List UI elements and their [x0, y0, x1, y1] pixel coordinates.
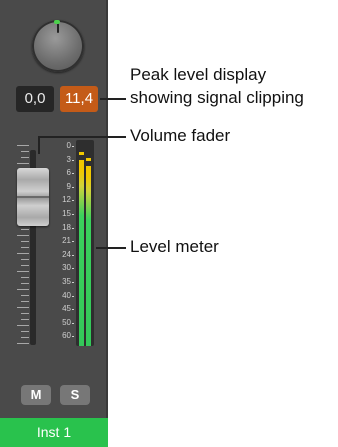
- meter-scale: 0 3 6 9 12 15 18 21 24 30 35 40 45 50 60: [52, 142, 74, 352]
- fader-scale-tick: [21, 283, 29, 284]
- fader-scale-tick: [17, 145, 29, 146]
- meter-scale-tick: [72, 159, 74, 161]
- pan-knob-indicator: [57, 23, 59, 33]
- fader-callout-link: [38, 136, 96, 138]
- fader-scale-tick: [21, 265, 29, 266]
- meter-scale-tick: [72, 173, 74, 175]
- meter-scale-tick: [72, 309, 74, 311]
- meter-scale-label: 60: [62, 331, 71, 341]
- meter-scale-tick: [72, 282, 74, 283]
- fader-scale-tick: [21, 151, 29, 152]
- fader-scale-tick: [21, 337, 29, 338]
- meter-scale-label: 21: [62, 236, 71, 246]
- fader-handle-line: [17, 196, 49, 198]
- fader-callout-label: Volume fader: [130, 126, 231, 145]
- meter-scale-tick: [72, 336, 74, 338]
- meter-scale-label: 0: [66, 141, 71, 150]
- fader-scale-tick: [17, 253, 29, 254]
- channel-strip-border: [106, 0, 108, 447]
- meter-scale-tick: [72, 254, 74, 256]
- track-name-bar[interactable]: Inst 1: [0, 418, 108, 447]
- peak-callout-line-2: showing signal clipping: [130, 88, 304, 107]
- meter-clip-left: [79, 152, 84, 155]
- meter-callout-line: [96, 247, 126, 249]
- meter-scale-label: 45: [62, 304, 71, 314]
- volume-fader-handle[interactable]: [17, 168, 49, 226]
- meter-scale-label: 6: [66, 168, 71, 178]
- fader-scale-tick: [21, 277, 29, 278]
- meter-scale-tick: [72, 268, 74, 270]
- fader-scale-tick: [21, 331, 29, 332]
- meter-scale-tick: [72, 200, 74, 202]
- solo-button[interactable]: S: [60, 385, 90, 405]
- peak-callout-line-1: Peak level display: [130, 65, 267, 84]
- meter-scale-label: 50: [62, 317, 71, 327]
- pan-knob-led: [54, 20, 60, 24]
- meter-scale-tick: [72, 214, 74, 215]
- meter-scale-label: 30: [62, 263, 71, 273]
- fader-scale-tick: [21, 229, 29, 230]
- meter-scale-label: 9: [66, 181, 71, 191]
- fader-scale-tick: [17, 271, 29, 272]
- fader-callout-line: [96, 136, 126, 138]
- meter-scale-tick: [72, 227, 74, 229]
- meter-scale-label: 40: [62, 290, 71, 300]
- fader-scale-tick: [17, 163, 29, 164]
- fader-scale-tick: [17, 325, 29, 326]
- fader-scale-tick: [21, 301, 29, 302]
- meter-scale-label: 3: [66, 154, 71, 164]
- meter-clip-right: [86, 158, 91, 161]
- fader-scale-tick: [21, 319, 29, 320]
- level-meter: [76, 140, 94, 346]
- fader-scale-tick: [21, 157, 29, 158]
- mute-button[interactable]: M: [21, 385, 51, 405]
- fader-scale-tick: [17, 289, 29, 290]
- fader-scale-tick: [17, 343, 29, 344]
- fader-scale-tick: [21, 247, 29, 248]
- meter-scale-tick: [72, 295, 74, 297]
- fader-scale-tick: [17, 307, 29, 308]
- volume-value-display[interactable]: 0,0: [16, 86, 54, 112]
- meter-scale-label: 15: [62, 209, 71, 218]
- meter-scale-tick: [72, 146, 74, 147]
- meter-callout-label: Level meter: [130, 237, 219, 256]
- meter-bar-right: [86, 166, 91, 346]
- meter-bar-left: [79, 160, 84, 346]
- fader-scale-tick: [21, 259, 29, 260]
- meter-scale-tick: [72, 186, 74, 188]
- meter-scale-label: 35: [62, 277, 71, 286]
- fader-scale-tick: [21, 295, 29, 296]
- fader-scale-tick: [21, 241, 29, 242]
- fader-scale-tick: [21, 313, 29, 314]
- peak-level-display[interactable]: 11,4: [60, 86, 98, 112]
- meter-scale-tick: [72, 241, 74, 243]
- fader-scale-tick: [17, 235, 29, 236]
- fader-callout-riser: [38, 136, 40, 154]
- meter-scale-label: 24: [62, 249, 71, 259]
- meter-scale-tick: [72, 322, 74, 324]
- meter-scale-label: 18: [62, 222, 71, 232]
- peak-callout-line: [100, 98, 126, 100]
- pan-knob[interactable]: [32, 20, 84, 72]
- meter-scale-label: 12: [62, 195, 71, 205]
